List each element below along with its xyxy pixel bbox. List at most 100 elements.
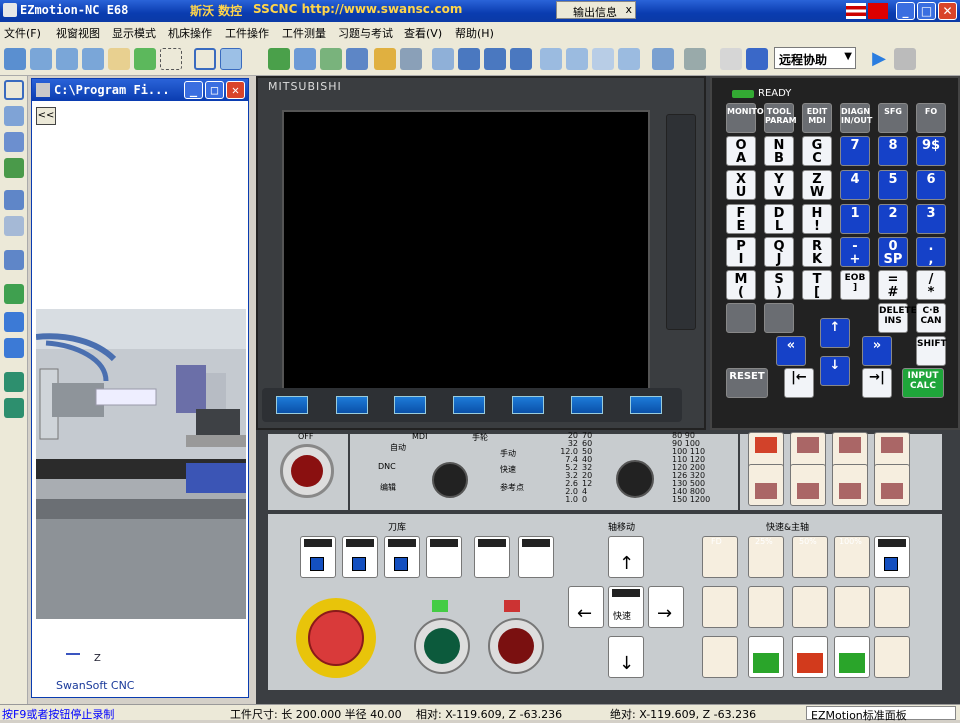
key-reset[interactable]: RESET xyxy=(726,368,768,398)
spindle-100-button[interactable] xyxy=(792,586,828,628)
key-cancel[interactable]: C·B CAN xyxy=(916,303,946,333)
key-eob[interactable]: EOB ] xyxy=(840,270,870,300)
jog-minus-x-button[interactable]: -X ↑ xyxy=(608,536,644,578)
close-button[interactable]: ✕ xyxy=(938,2,957,20)
mode-knob[interactable] xyxy=(432,462,468,498)
mag-btn-3[interactable] xyxy=(384,536,420,578)
menu-exam[interactable]: 习题与考试 xyxy=(338,25,393,41)
tool-icon-16[interactable] xyxy=(652,48,674,70)
menu-workpiece[interactable]: 工件操作 xyxy=(225,25,269,41)
back-button[interactable]: << xyxy=(36,107,56,125)
softkey-5[interactable] xyxy=(571,396,603,414)
rotate-icon[interactable] xyxy=(134,48,156,70)
key-o[interactable]: O A xyxy=(726,136,756,166)
spindle-ccw-button[interactable] xyxy=(834,636,870,678)
key-d[interactable]: D L xyxy=(764,204,794,234)
softkey-1[interactable] xyxy=(336,396,368,414)
key-g[interactable]: G C xyxy=(802,136,832,166)
ovr-100-button[interactable]: 100% xyxy=(834,536,870,578)
zoom-in-icon[interactable] xyxy=(30,48,52,70)
remote-assist-select[interactable]: 远程协助 ▼ xyxy=(774,47,856,69)
jog-plus-x-button[interactable]: +X ↓ xyxy=(608,636,644,678)
right-blue-button[interactable] xyxy=(874,536,910,578)
menu-display[interactable]: 显示模式 xyxy=(112,25,156,41)
key-monitor[interactable]: MONITOR xyxy=(726,103,770,133)
tool-icon-14[interactable] xyxy=(592,48,614,70)
key-n[interactable]: N B xyxy=(764,136,794,166)
tool-icon-6[interactable] xyxy=(374,48,396,70)
frame-icon[interactable] xyxy=(194,48,216,70)
work-light-button[interactable] xyxy=(518,536,554,578)
key-fo[interactable]: FO xyxy=(916,103,946,133)
jog-minus-z-button[interactable]: -Z ← xyxy=(568,586,604,628)
sub-minimize-button[interactable]: _ xyxy=(184,81,203,99)
key-up[interactable]: ↑ xyxy=(820,318,850,348)
maximize-button[interactable]: □ xyxy=(917,2,936,20)
left-tool-9[interactable] xyxy=(4,312,24,332)
left-tool-7[interactable] xyxy=(4,250,24,270)
key-diagninout[interactable]: DIAGN IN/OUT xyxy=(840,103,872,133)
key-num-11[interactable]: . , xyxy=(916,237,946,267)
key-y[interactable]: Y V xyxy=(764,170,794,200)
sub-maximize-button[interactable]: □ xyxy=(205,81,224,99)
key-num-0[interactable]: 7 xyxy=(840,136,870,166)
sub-close-button[interactable]: ✕ xyxy=(226,81,245,99)
tool-icon-7[interactable] xyxy=(400,48,422,70)
key-end[interactable]: →| xyxy=(862,368,892,398)
spindle-up-button[interactable] xyxy=(834,586,870,628)
key-num-6[interactable]: 1 xyxy=(840,204,870,234)
tool-icon-3[interactable] xyxy=(294,48,316,70)
mag-forward-button[interactable] xyxy=(426,536,462,578)
status-panel-select[interactable]: EZMotion标准面板 xyxy=(806,706,956,722)
tool-icon-11[interactable] xyxy=(510,48,532,70)
key-num-9[interactable]: - + xyxy=(840,237,870,267)
feed-knob[interactable] xyxy=(616,460,654,498)
minimize-button[interactable]: _ xyxy=(896,2,915,20)
menu-measure[interactable]: 工件测量 xyxy=(282,25,326,41)
key-h[interactable]: H ! xyxy=(802,204,832,234)
output-close-icon[interactable]: x xyxy=(625,3,632,16)
left-tool-11[interactable] xyxy=(4,372,24,392)
pan-icon[interactable] xyxy=(108,48,130,70)
key-s[interactable]: S ) xyxy=(764,270,794,300)
key-m[interactable]: M ( xyxy=(726,270,756,300)
left-tool-1[interactable] xyxy=(4,80,24,100)
ovr-25-button[interactable]: 25% xyxy=(748,536,784,578)
left-tool-2[interactable] xyxy=(4,106,24,126)
spindle-stop-button[interactable] xyxy=(792,636,828,678)
tool-icon-13[interactable] xyxy=(566,48,588,70)
tool-icon-4[interactable] xyxy=(320,48,342,70)
key-editmdi[interactable]: EDIT MDI xyxy=(802,103,832,133)
key-slash[interactable]: / * xyxy=(916,270,946,300)
jog-plus-z-button[interactable]: +Z → xyxy=(648,586,684,628)
spindle-cw-button[interactable] xyxy=(748,636,784,678)
key-left[interactable]: « xyxy=(776,336,806,366)
tool-icon-12[interactable] xyxy=(540,48,562,70)
mag-btn-2[interactable] xyxy=(342,536,378,578)
left-tool-3[interactable] xyxy=(4,132,24,152)
menu-help[interactable]: 帮助(H) xyxy=(455,25,494,41)
lower-btn-1[interactable] xyxy=(702,636,738,678)
key-num-5[interactable]: 6 xyxy=(916,170,946,200)
play-icon[interactable]: ▶ xyxy=(868,48,890,70)
left-tool-10[interactable] xyxy=(4,338,24,358)
menu-check[interactable]: 查看(V) xyxy=(404,25,442,41)
key-page[interactable] xyxy=(726,303,756,333)
spindle-down-button[interactable] xyxy=(748,586,784,628)
tool-icon-5[interactable] xyxy=(346,48,368,70)
key-toolparam[interactable]: TOOL PARAM xyxy=(764,103,797,133)
ovr-fd-button[interactable]: FD xyxy=(702,536,738,578)
key-f[interactable]: F E xyxy=(726,204,756,234)
tool-btn-8[interactable] xyxy=(874,464,910,506)
save-icon[interactable] xyxy=(746,48,768,70)
softkey-3[interactable] xyxy=(453,396,485,414)
key-num-3[interactable]: 4 xyxy=(840,170,870,200)
tool-icon-17[interactable] xyxy=(684,48,706,70)
key-home[interactable]: |← xyxy=(784,368,814,398)
cycle-start-button[interactable] xyxy=(414,618,470,674)
jog-rapid-button[interactable]: 快速 xyxy=(608,586,644,628)
tool-btn-7[interactable] xyxy=(832,464,868,506)
right-tool-button[interactable] xyxy=(874,586,910,628)
view-icon[interactable] xyxy=(220,48,242,70)
key-t[interactable]: T [ xyxy=(802,270,832,300)
